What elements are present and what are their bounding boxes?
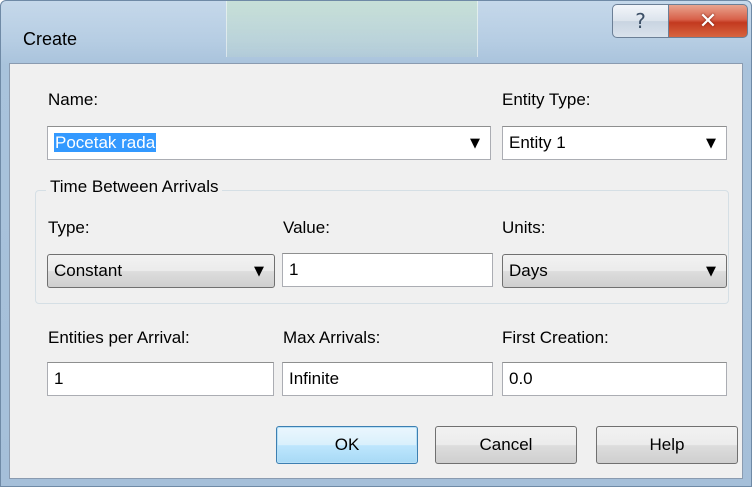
chevron-down-icon[interactable]: ▼ <box>696 136 726 151</box>
help-button[interactable]: Help <box>596 426 738 464</box>
question-icon: ? <box>635 9 646 33</box>
chevron-down-icon[interactable]: ▼ <box>244 264 274 279</box>
max-arrivals-input[interactable]: Infinite <box>282 362 493 396</box>
first-creation-label: First Creation: <box>502 328 609 347</box>
first-creation-text: 0.0 <box>509 369 533 388</box>
value-text: 1 <box>289 260 299 279</box>
title-bar[interactable]: Create ? ✕ <box>1 1 751 63</box>
type-select[interactable]: Constant ▼ <box>47 254 275 288</box>
chevron-down-icon[interactable]: ▼ <box>696 264 726 279</box>
first-creation-input[interactable]: 0.0 <box>502 362 727 396</box>
units-label: Units: <box>502 218 546 237</box>
create-dialog: Create ? ✕ Name: Entity Type: Pocetak ra… <box>0 0 752 487</box>
entities-per-arrival-text: 1 <box>54 369 64 388</box>
entity-type-label: Entity Type: <box>502 90 591 109</box>
dialog-body: Name: Entity Type: Pocetak rada ▼ Entity… <box>9 63 743 479</box>
entities-per-arrival-input[interactable]: 1 <box>47 362 274 396</box>
entity-type-combobox[interactable]: Entity 1 ▼ <box>502 126 727 160</box>
entities-per-arrival-label: Entities per Arrival: <box>48 328 190 347</box>
name-input-text[interactable]: Pocetak rada <box>48 133 460 153</box>
value-label: Value: <box>283 218 330 237</box>
ok-button[interactable]: OK <box>276 426 418 464</box>
value-input[interactable]: 1 <box>282 253 493 287</box>
chevron-down-icon[interactable]: ▼ <box>460 136 490 151</box>
group-title: Time Between Arrivals <box>46 177 223 197</box>
window-title: Create <box>23 29 78 49</box>
title-glass-reflection <box>226 1 478 57</box>
max-arrivals-text: Infinite <box>289 369 340 388</box>
name-combobox[interactable]: Pocetak rada ▼ <box>47 126 491 160</box>
name-label: Name: <box>48 90 99 109</box>
max-arrivals-label: Max Arrivals: <box>283 328 381 347</box>
help-title-button[interactable]: ? <box>612 4 669 38</box>
close-icon: ✕ <box>698 8 718 34</box>
close-button[interactable]: ✕ <box>668 4 748 38</box>
type-label: Type: <box>48 218 90 237</box>
units-value: Days <box>509 261 548 280</box>
type-value: Constant <box>54 261 123 280</box>
cancel-button[interactable]: Cancel <box>435 426 577 464</box>
entity-type-value: Entity 1 <box>509 133 566 152</box>
units-select[interactable]: Days ▼ <box>502 254 727 288</box>
